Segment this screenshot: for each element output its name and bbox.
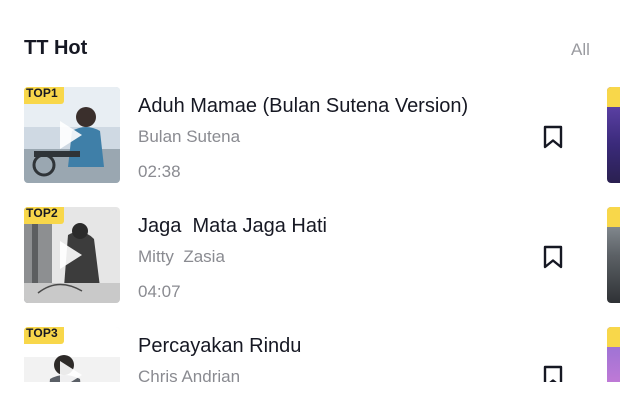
song-item[interactable]: TOP1 Aduh Mamae (Bulan Sutena Version) B… [24, 87, 584, 185]
next-column-cover[interactable] [607, 207, 620, 303]
song-duration: 02:38 [138, 162, 181, 181]
next-column-cover[interactable] [607, 327, 620, 382]
song-title[interactable]: Aduh Mamae (Bulan Sutena Version) [138, 95, 468, 118]
bookmark-icon[interactable] [542, 245, 564, 269]
all-link[interactable]: All [571, 40, 590, 60]
play-icon[interactable] [60, 121, 82, 149]
song-cover[interactable]: TOP3 [24, 327, 120, 382]
play-icon[interactable] [60, 241, 82, 269]
section-title: TT Hot [24, 37, 88, 59]
song-artist[interactable]: Bulan Sutena [138, 127, 240, 147]
bookmark-icon[interactable] [542, 365, 564, 382]
song-item[interactable]: TOP2 Jaga Mata Jaga Hati Mitty Zasia 04:… [24, 207, 584, 305]
song-item[interactable]: TOP3 Percayakan Rindu Chris Andrian [24, 327, 584, 382]
rank-badge: TOP1 [24, 87, 64, 104]
song-title[interactable]: Jaga Mata Jaga Hati [138, 215, 327, 238]
rank-badge: TOP3 [24, 327, 64, 344]
next-column-cover[interactable] [607, 87, 620, 183]
rank-badge: TOP2 [24, 207, 64, 224]
play-icon[interactable] [60, 361, 82, 382]
song-artist[interactable]: Chris Andrian [138, 367, 240, 382]
song-list: TOP1 Aduh Mamae (Bulan Sutena Version) B… [0, 82, 620, 382]
song-cover[interactable]: TOP2 [24, 207, 120, 303]
song-duration: 04:07 [138, 282, 181, 301]
song-title[interactable]: Percayakan Rindu [138, 335, 301, 358]
bookmark-icon[interactable] [542, 125, 564, 149]
song-artist[interactable]: Mitty Zasia [138, 247, 225, 267]
song-cover[interactable]: TOP1 [24, 87, 120, 183]
